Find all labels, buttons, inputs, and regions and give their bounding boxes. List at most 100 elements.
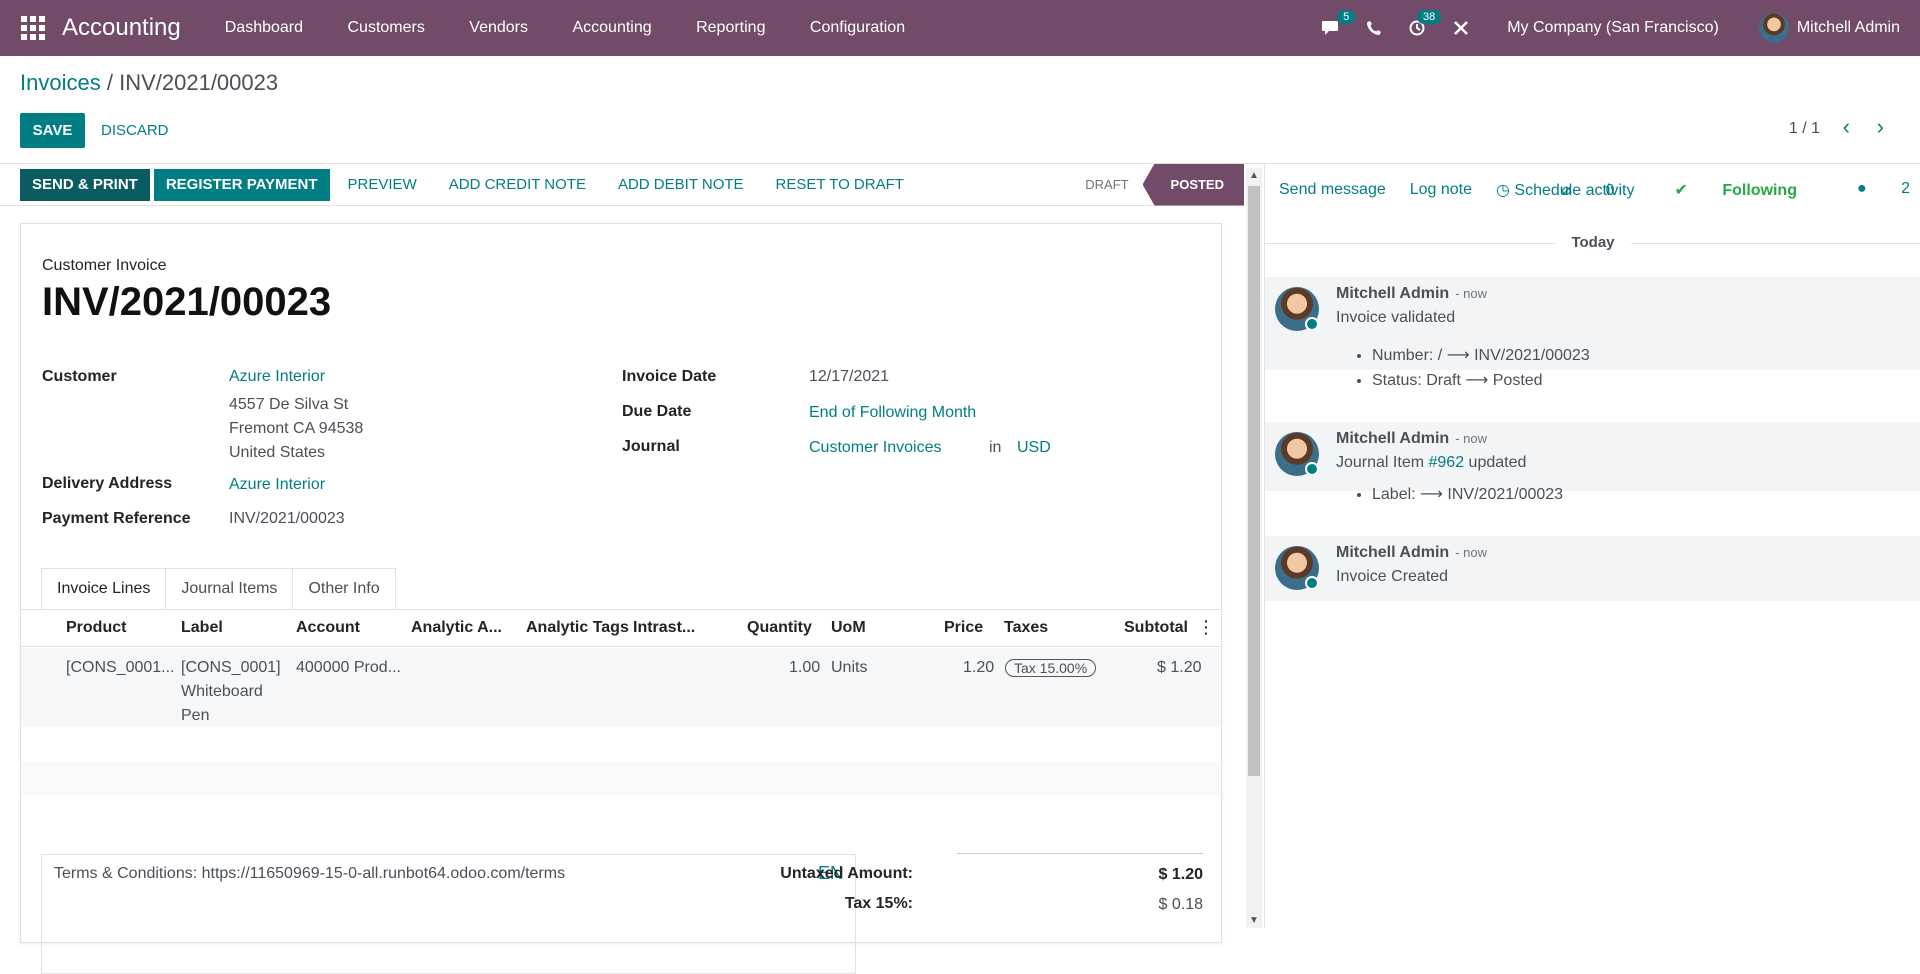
col-subtotal[interactable]: Subtotal [1124,619,1188,637]
form-scrollbar[interactable]: ▲ ▼ [1246,168,1262,928]
message-item: Mitchell Admin - now Journal Item #962 up… [1265,422,1920,503]
message-date: - now [1455,286,1487,301]
user-name: Mitchell Admin [1796,19,1900,36]
app-name[interactable]: Accounting [62,14,181,42]
tab-journal-items[interactable]: Journal Items [166,568,294,610]
menu-reporting[interactable]: Reporting [696,19,765,36]
status-stages: DRAFT POSTED [1071,163,1244,206]
preview-button[interactable]: PREVIEW [334,169,431,201]
cell-tax-badge[interactable]: Tax 15.00% [1005,659,1097,677]
invoice-date-field[interactable]: 12/17/2021 [809,365,889,389]
payment-reference-field[interactable]: INV/2021/00023 [229,507,345,531]
scroll-down-icon[interactable]: ▼ [1249,915,1259,926]
journal-item-link[interactable]: #962 [1429,454,1465,471]
col-intrastat[interactable]: Intrast... [633,619,695,637]
send-print-button[interactable]: SEND & PRINT [20,168,150,201]
online-status-icon [1305,317,1319,331]
add-debit-note-button[interactable]: ADD DEBIT NOTE [604,169,758,201]
cell-label-2[interactable]: Whiteboard [181,680,263,704]
user-avatar [1758,13,1789,43]
tab-other-info[interactable]: Other Info [293,568,396,610]
register-payment-button[interactable]: REGISTER PAYMENT [153,168,330,201]
journal-field[interactable]: Customer Invoices [809,436,942,460]
col-analytic-tags[interactable]: Analytic Tags [526,619,629,637]
due-date-label: Due Date [622,403,692,420]
discard-button[interactable]: DISCARD [101,113,169,148]
date-separator: Today [1265,234,1920,251]
tab-invoice-lines[interactable]: Invoice Lines [41,568,167,610]
col-analytic-account[interactable]: Analytic A... [411,619,502,637]
due-date-field[interactable]: End of Following Month [809,401,976,425]
followers-button[interactable]: ● 2 [1827,180,1910,200]
activity-icon[interactable]: 38 [1409,10,1442,36]
message-body-prefix: Journal Item [1336,454,1425,471]
untaxed-amount-label: Untaxed Amount: [780,865,913,882]
reset-to-draft-button[interactable]: RESET TO DRAFT [762,169,918,201]
message-author[interactable]: Mitchell Admin [1336,544,1449,561]
message-author[interactable]: Mitchell Admin [1336,285,1449,302]
following-button[interactable]: ✔ Following [1644,180,1797,200]
pager-previous-icon[interactable]: ‹ [1843,114,1850,140]
cell-uom[interactable]: Units [831,656,867,680]
customer-field[interactable]: Azure Interior [229,365,325,389]
message-date: - now [1455,431,1487,446]
cell-label-1[interactable]: [CONS_0001] [181,656,281,680]
cell-product[interactable]: [CONS_0001... [66,656,175,680]
empty-row [21,762,1221,795]
cell-quantity[interactable]: 1.00 [789,656,820,680]
delivery-address-field[interactable]: Azure Interior [229,473,325,497]
cell-account[interactable]: 400000 Prod... [296,656,401,680]
cell-price[interactable]: 1.20 [963,656,994,680]
journal-in-label: in [989,439,1002,456]
message-item: Mitchell Admin - now Invoice validated Nu… [1265,277,1920,389]
debug-icon[interactable] [1453,20,1469,36]
scrollbar-thumb[interactable] [1248,186,1260,776]
col-price[interactable]: Price [944,619,983,637]
col-account[interactable]: Account [296,619,360,637]
stage-posted[interactable]: POSTED [1142,163,1244,206]
send-message-button[interactable]: Send message [1279,181,1386,199]
breadcrumb: Invoices / INV/2021/00023 [20,70,278,96]
col-product[interactable]: Product [66,619,126,637]
log-note-button[interactable]: Log note [1410,181,1472,199]
message-item: Mitchell Admin - now Invoice Created [1265,536,1920,601]
col-uom[interactable]: UoM [831,619,866,637]
save-button[interactable]: SAVE [20,113,85,148]
chatter-topbar-right: ⌀ 0 ✔ Following ● 2 [1501,180,1910,200]
message-body: Invoice validated [1336,309,1456,326]
breadcrumb-separator: / [106,70,113,95]
attachments-button[interactable]: ⌀ 0 [1531,180,1614,200]
tracking-value: Status: Draft ⟶ Posted [1372,368,1590,393]
scroll-up-icon[interactable]: ▲ [1249,170,1259,181]
apps-icon[interactable] [20,15,46,41]
tab-divider [21,609,1221,610]
user-menu[interactable]: Mitchell Admin [1758,13,1900,43]
breadcrumb-invoices[interactable]: Invoices [20,70,101,95]
col-quantity[interactable]: Quantity [747,619,812,637]
cell-label-3[interactable]: Pen [181,704,209,728]
message-body-suffix: updated [1468,454,1527,471]
pager-next-icon[interactable]: › [1877,114,1884,140]
tracking-list: Label: ⟶ INV/2021/00023 [1372,482,1563,507]
stage-draft[interactable]: DRAFT [1071,177,1142,192]
currency-field[interactable]: USD [1017,436,1051,460]
menu-dashboard[interactable]: Dashboard [225,19,303,36]
chat-icon[interactable]: 5 [1321,10,1356,36]
tax-value: $ 0.18 [1158,896,1203,913]
col-label[interactable]: Label [181,619,223,637]
company-switcher[interactable]: My Company (San Francisco) [1507,19,1719,37]
menu-accounting[interactable]: Accounting [572,19,651,36]
breadcrumb-current: INV/2021/00023 [119,70,279,95]
table-row[interactable]: [CONS_0001... [CONS_0001] Whiteboard Pen… [21,648,1221,727]
menu-customers[interactable]: Customers [347,19,424,36]
add-credit-note-button[interactable]: ADD CREDIT NOTE [435,169,600,201]
customer-label: Customer [42,368,117,385]
col-taxes[interactable]: Taxes [1004,619,1048,637]
phone-icon[interactable] [1367,21,1382,35]
totals-divider [957,853,1203,854]
optional-columns-icon[interactable]: ⋮ [1197,617,1215,638]
menu-vendors[interactable]: Vendors [469,19,528,36]
menu-configuration[interactable]: Configuration [810,19,905,36]
message-author[interactable]: Mitchell Admin [1336,430,1449,447]
pager-value[interactable]: 1 / 1 [1789,120,1820,138]
